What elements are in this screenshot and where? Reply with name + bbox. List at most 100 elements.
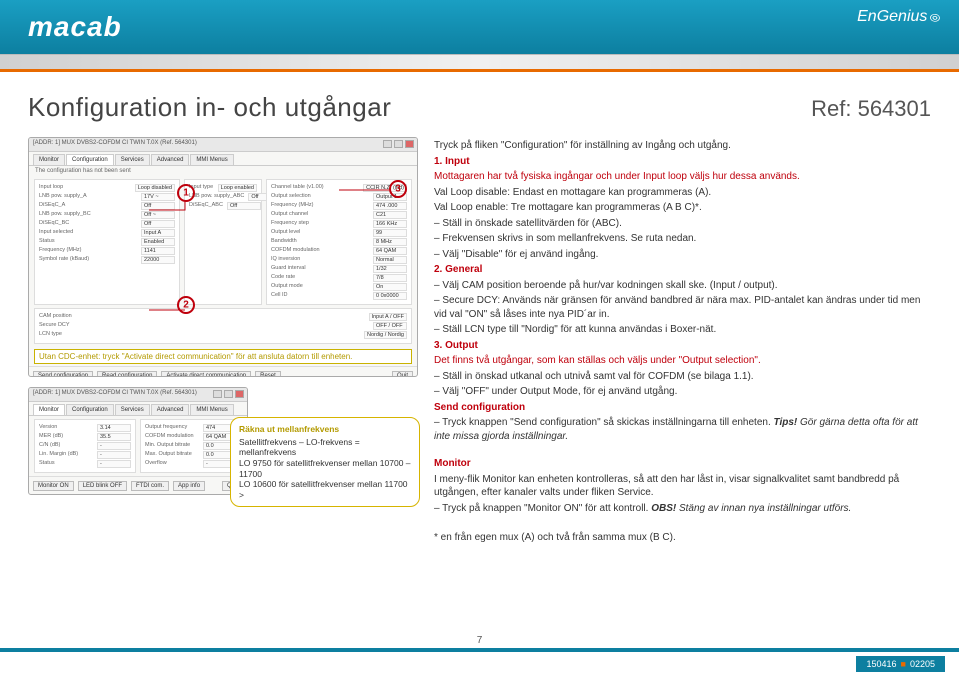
- output-panel: Channel table (v1.00)CCIR N.Z. (ind) Outp…: [266, 179, 412, 305]
- field-row: Code rate7/8: [271, 274, 407, 282]
- tab-advanced[interactable]: Advanced: [151, 404, 190, 415]
- window-title-text: [ADDR: 1] MUX DVBS2-COFDM CI TWIN T.0X (…: [33, 140, 197, 146]
- field-row: Channel table (v1.00)CCIR N.Z. (ind): [271, 184, 407, 192]
- maximize-icon[interactable]: [394, 140, 403, 148]
- minimize-icon[interactable]: [213, 390, 222, 398]
- input-panel: Input loopLoop disabledLNB pow. supply_A…: [34, 179, 180, 305]
- page-ref: Ref: 564301: [811, 96, 931, 122]
- field-row: COFDM modulation64 QAM: [145, 433, 237, 441]
- led-blink-button[interactable]: LED blink OFF: [78, 481, 127, 491]
- minimize-icon[interactable]: [383, 140, 392, 148]
- s1b: Val Loop disable: Endast en mottagare ka…: [434, 186, 931, 200]
- field-row: Output channelC21: [271, 211, 407, 219]
- callout-l1: Satellitfrekvens – LO-frekvens = mellanf…: [239, 437, 411, 458]
- field-row: Min. Output bitrate0.0: [145, 442, 237, 450]
- right-logo: EnGenius⦾: [857, 8, 939, 26]
- bottom-buttons: Send configuration Read configuration Ac…: [29, 366, 417, 377]
- footer-doc-id: 150416■02205: [856, 656, 945, 672]
- field-row: Frequency (MHz)1141: [39, 247, 175, 255]
- field-row: C/N (dB)-: [39, 442, 131, 450]
- field-row: IQ inversionNormal: [271, 256, 407, 264]
- close-icon[interactable]: [235, 390, 244, 398]
- field-row: Guard interval1/32: [271, 265, 407, 273]
- callout-3: 3: [389, 180, 407, 198]
- callout-heading: Räkna ut mellanfrekvens: [239, 424, 411, 435]
- intro: Tryck på fliken "Configuration" för inst…: [434, 139, 931, 153]
- field-row: Output frequency474: [145, 424, 237, 432]
- activate-comm-button[interactable]: Activate direct communication: [161, 371, 251, 377]
- field-row: Max. Output bitrate0.0: [145, 451, 237, 459]
- field-row: Frequency (MHz)474 .000: [271, 202, 407, 210]
- s1f: – Välj "Disable" för ej använd ingång.: [434, 248, 931, 262]
- s3b: – Ställ in önskad utkanal och utnivå sam…: [434, 370, 931, 384]
- field-row: Cell ID0 0x0000: [271, 292, 407, 300]
- mon-title-text: [ADDR: 1] MUX DVBS2-COFDM CI TWIN T.0X (…: [33, 390, 197, 396]
- tab-configuration[interactable]: Configuration: [66, 154, 114, 165]
- s2b: – Secure DCY: Används när gränsen för an…: [434, 294, 931, 321]
- page-title: Konfiguration in- och utgångar: [28, 92, 391, 123]
- field-row: LNB pow. supply_BCOff ~: [39, 211, 175, 219]
- mon-tabs: Monitor Configuration Services Advanced …: [29, 402, 247, 416]
- s2a: – Välj CAM position beroende på hur/var …: [434, 279, 931, 293]
- h-send: Send configuration: [434, 401, 931, 415]
- right-logo-text: EnGenius: [857, 8, 927, 25]
- s5a: I meny-flik Monitor kan enheten kontroll…: [434, 473, 931, 500]
- s1d: – Ställ in önskade satellitvärden för (A…: [434, 217, 931, 231]
- if-callout: Räkna ut mellanfrekvens Satellitfrekvens…: [230, 417, 420, 507]
- field-row: Input typeLoop enabled: [189, 184, 257, 192]
- tab-advanced[interactable]: Advanced: [151, 154, 190, 165]
- page-number: 7: [477, 635, 483, 646]
- read-config-button[interactable]: Read configuration: [97, 371, 157, 377]
- s1e: – Frekvensen skrivs in som mellanfrekven…: [434, 232, 931, 246]
- mon-winbtns: [213, 390, 244, 398]
- field-row: Version3.14: [39, 424, 131, 432]
- field-row: COFDM modulation64 QAM: [271, 247, 407, 255]
- field-row: LCN typeNordig / Nordig: [39, 331, 407, 339]
- tab-monitor[interactable]: Monitor: [33, 154, 65, 165]
- tab-monitor[interactable]: Monitor: [33, 404, 65, 415]
- s1a: Mottagaren har två fysiska ingångar och …: [434, 170, 931, 184]
- tab-configuration[interactable]: Configuration: [66, 404, 114, 415]
- mon-titlebar: [ADDR: 1] MUX DVBS2-COFDM CI TWIN T.0X (…: [29, 388, 247, 402]
- send-config-button[interactable]: Send configuration: [33, 371, 93, 377]
- close-icon[interactable]: [405, 140, 414, 148]
- callout-1: 1: [177, 184, 195, 202]
- tab-services[interactable]: Services: [115, 404, 150, 415]
- tab-mmi[interactable]: MMI Menus: [190, 154, 233, 165]
- s2c: – Ställ LCN type till "Nordig" för att k…: [434, 323, 931, 337]
- general-panel: CAM positionInput A / OFFSecure DCYOFF /…: [34, 308, 412, 344]
- field-row: LNB pow. supply_A17V ~: [39, 193, 175, 201]
- tab-services[interactable]: Services: [115, 154, 150, 165]
- field-row: Bandwidth8 MHz: [271, 238, 407, 246]
- quit-button[interactable]: Quit: [392, 371, 413, 377]
- callout-l3: LO 10600 för satellitfrekvenser mellan 1…: [239, 479, 411, 500]
- brand-logo: macab: [28, 11, 122, 43]
- maximize-icon[interactable]: [224, 390, 233, 398]
- field-row: CAM positionInput A / OFF: [39, 313, 407, 321]
- app-info-button[interactable]: App info: [173, 481, 205, 491]
- h-general: 2. General: [434, 263, 931, 277]
- monitor-on-button[interactable]: Monitor ON: [33, 481, 74, 491]
- field-row: Output level99: [271, 229, 407, 237]
- ftdi-button[interactable]: FTDI com.: [131, 481, 169, 491]
- field-row: DiSEqC_BCOff: [39, 220, 175, 228]
- window-buttons: [383, 140, 414, 148]
- callout-l2: LO 9750 för satellitfrekvenser mellan 10…: [239, 458, 411, 479]
- mon-right-panel: Output frequency474COFDM modulation64 QA…: [140, 419, 242, 473]
- mon-left-panel: Version3.14MER (dB)35.5C/N (dB)-Lin. Mar…: [34, 419, 136, 473]
- s4a: – Tryck knappen "Send configuration" så …: [434, 416, 931, 443]
- h-output: 3. Output: [434, 339, 931, 353]
- field-row: LNB pow. supply_ABCOff: [189, 193, 257, 201]
- tab-mmi[interactable]: MMI Menus: [190, 404, 233, 415]
- header-bar: macab EnGenius⦾: [0, 0, 959, 54]
- field-row: Frequency step166 KHz: [271, 220, 407, 228]
- field-row: Status-: [39, 460, 131, 468]
- field-row: Lin. Margin (dB)-: [39, 451, 131, 459]
- field-row: StatusEnabled: [39, 238, 175, 246]
- field-row: Output modeOn: [271, 283, 407, 291]
- tab-bar: Monitor Configuration Services Advanced …: [29, 152, 417, 166]
- monitor-window-mock: [ADDR: 1] MUX DVBS2-COFDM CI TWIN T.0X (…: [28, 387, 248, 495]
- field-row: MER (dB)35.5: [39, 433, 131, 441]
- reset-button[interactable]: Reset: [255, 371, 281, 377]
- cdc-note: Utan CDC-enhet: tryck "Activate direct c…: [34, 349, 412, 364]
